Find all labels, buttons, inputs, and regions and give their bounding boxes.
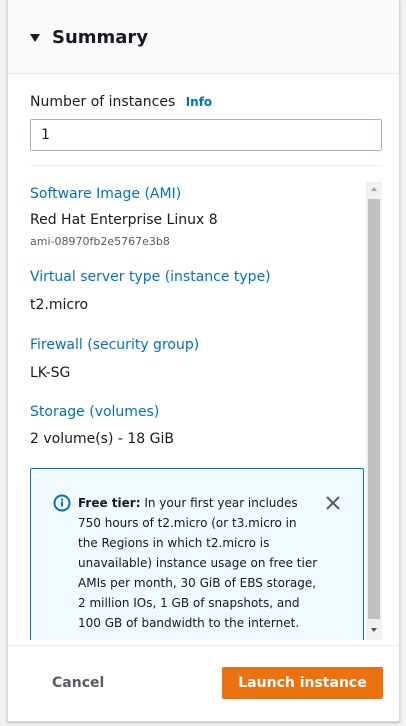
info-circle-icon <box>53 494 71 512</box>
free-tier-text: Free tier: In your first year includes 7… <box>78 493 318 633</box>
free-tier-alert: Free tier: In your first year includes 7… <box>30 468 364 640</box>
instances-label: Number of instances <box>30 94 176 110</box>
scrollbar-thumb[interactable] <box>368 199 380 619</box>
free-tier-body: In your first year includes 750 hours of… <box>78 496 318 630</box>
scroll-down-icon[interactable] <box>371 628 377 632</box>
summary-header[interactable]: Summary <box>8 0 399 74</box>
summary-panel: Summary Number of instances Info 1 Softw… <box>7 0 400 722</box>
instance-type-value: t2.micro <box>30 297 89 313</box>
instance-type-link[interactable]: Virtual server type (instance type) <box>30 267 271 287</box>
divider <box>30 165 382 166</box>
scroll-up-icon[interactable] <box>371 187 377 191</box>
summary-details-scroll[interactable]: Software Image (AMI) Red Hat Enterprise … <box>8 168 399 640</box>
scrollbar[interactable] <box>366 182 382 640</box>
close-icon[interactable] <box>325 495 341 511</box>
info-link[interactable]: Info <box>186 95 212 109</box>
launch-instance-button[interactable]: Launch instance <box>222 667 383 699</box>
storage-link[interactable]: Storage (volumes) <box>30 402 159 422</box>
caret-down-icon[interactable] <box>30 34 40 42</box>
ami-link[interactable]: Software Image (AMI) <box>30 184 181 204</box>
instances-input[interactable]: 1 <box>30 119 382 151</box>
free-tier-title: Free tier: <box>78 496 141 510</box>
storage-value: 2 volume(s) - 18 GiB <box>30 431 174 447</box>
ami-id: ami-08970fb2e5767e3b8 <box>30 235 170 248</box>
cancel-button[interactable]: Cancel <box>52 673 104 693</box>
firewall-value: LK-SG <box>30 365 71 381</box>
firewall-link[interactable]: Firewall (security group) <box>30 335 199 355</box>
instances-label-row: Number of instances Info <box>30 92 212 112</box>
ami-name: Red Hat Enterprise Linux 8 <box>30 212 218 228</box>
summary-title: Summary <box>52 27 149 48</box>
footer-divider <box>8 645 399 646</box>
